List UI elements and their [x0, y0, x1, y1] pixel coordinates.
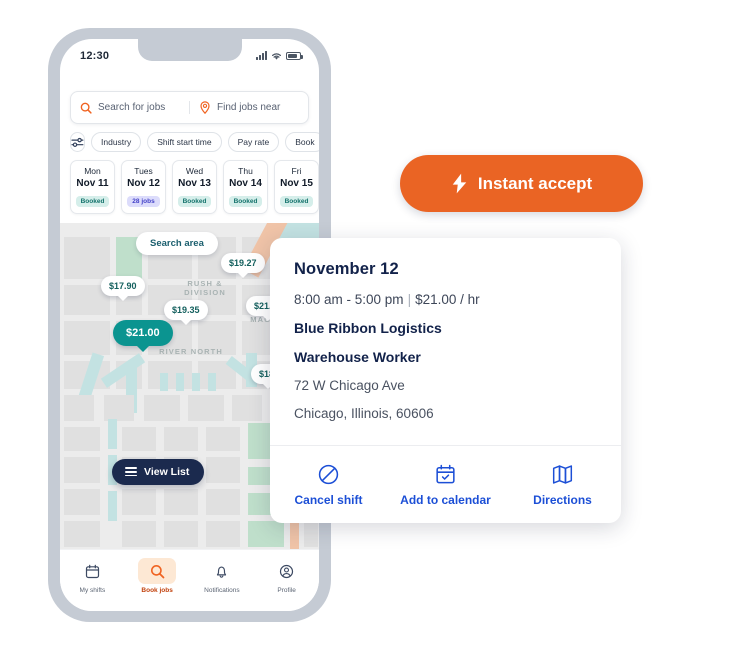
wifi-icon	[272, 52, 281, 60]
filter-chip-pay-rate[interactable]: Pay rate	[227, 132, 280, 152]
date-chip-badge: Booked	[279, 195, 314, 207]
date-chip-date: Nov 14	[229, 177, 262, 189]
date-chip-dow: Fri	[291, 166, 302, 176]
find-jobs-near-placeholder: Find jobs near	[217, 102, 281, 113]
view-list-label: View List	[144, 465, 190, 478]
date-chip-badge: Booked	[228, 195, 263, 207]
hamburger-icon	[125, 466, 137, 477]
directions-button[interactable]: Directions	[504, 463, 621, 507]
map-pin-price[interactable]: $19.35	[164, 299, 208, 320]
view-list-button[interactable]: View List	[112, 458, 205, 485]
date-chip-dow: Wed	[185, 166, 204, 176]
tab-profile[interactable]: Profile	[254, 558, 319, 594]
meta-separator: |	[407, 292, 412, 307]
tab-label: Notifications	[204, 587, 240, 594]
shift-time-range: 8:00 am - 5:00 pm	[294, 292, 404, 307]
person-icon	[268, 558, 306, 584]
tab-label: Profile	[277, 587, 296, 594]
filter-chip-shift-start-time[interactable]: Shift start time	[147, 132, 222, 152]
search-icon	[80, 102, 92, 114]
find-jobs-near-field[interactable]: Find jobs near	[189, 101, 308, 114]
date-chip-date: Nov 15	[280, 177, 313, 189]
screenshot-root: 12:30 Search for jobs Find jobs near Ind…	[0, 0, 750, 650]
tab-notifications[interactable]: Notifications	[190, 558, 255, 594]
signal-bars-icon	[256, 51, 267, 60]
folded-map-icon	[552, 464, 573, 484]
map-label-rush-division: RUSH & DIVISION	[184, 278, 226, 297]
filter-chip-booked[interactable]: Book	[285, 132, 319, 152]
search-area-button[interactable]: Search area	[136, 231, 218, 255]
bottom-tab-bar: My shifts Book jobs Notifications Profil…	[60, 549, 319, 611]
lightning-bolt-icon	[452, 173, 467, 194]
filter-sliders-button[interactable]	[70, 132, 85, 152]
shift-detail-body: November 12 8:00 am - 5:00 pm | $21.00 / h…	[270, 238, 621, 421]
tab-label: Book jobs	[141, 587, 173, 594]
date-chip-date: Nov 12	[127, 177, 160, 189]
add-to-calendar-label: Add to calendar	[400, 492, 491, 507]
cancel-shift-button[interactable]: Cancel shift	[270, 463, 387, 507]
map-label-river-north: RIVER NORTH	[159, 346, 223, 356]
date-chip-badge: Booked	[177, 195, 212, 207]
shift-detail-actions: Cancel shift Add to calendar Directions	[270, 445, 621, 523]
calendar-check-icon	[436, 464, 455, 483]
instant-accept-label: Instant accept	[477, 173, 593, 193]
shift-pay-rate: $21.00 / hr	[415, 292, 480, 307]
date-chip-date: Nov 11	[76, 177, 109, 189]
date-chip-wed[interactable]: Wed Nov 13 Booked	[172, 160, 217, 214]
status-time: 12:30	[80, 50, 110, 62]
date-selector-row: Mon Nov 11 Booked Tues Nov 12 28 jobs We…	[60, 152, 319, 223]
filter-chip-industry[interactable]: Industry	[91, 132, 142, 152]
bell-icon	[203, 558, 241, 584]
shift-address-line-1: 72 W Chicago Ave	[294, 378, 405, 393]
date-chip-dow: Thu	[238, 166, 253, 176]
date-chip-badge: 28 jobs	[127, 195, 160, 207]
shift-detail-card: November 12 8:00 am - 5:00 pm | $21.00 / h…	[270, 238, 621, 523]
shift-date: November 12	[294, 260, 399, 278]
battery-icon	[286, 52, 303, 60]
tab-label: My shifts	[79, 587, 106, 594]
date-chip-tues[interactable]: Tues Nov 12 28 jobs	[121, 160, 166, 214]
location-pin-icon	[200, 101, 210, 114]
date-chip-dow: Mon	[84, 166, 101, 176]
prohibited-circle-icon	[318, 464, 339, 484]
date-chip-mon[interactable]: Mon Nov 11 Booked	[70, 160, 115, 214]
filter-chip-row: Industry Shift start time Pay rate Book	[60, 124, 319, 152]
map-pin-price[interactable]: $19.27	[221, 252, 265, 273]
shift-address-line-2: Chicago, Illinois, 60606	[294, 406, 434, 421]
notch	[137, 39, 242, 61]
date-chip-thu[interactable]: Thu Nov 14 Booked	[223, 160, 268, 214]
instant-accept-button[interactable]: Instant accept	[400, 155, 643, 212]
search-jobs-placeholder: Search for jobs	[98, 102, 166, 113]
add-to-calendar-button[interactable]: Add to calendar	[387, 463, 504, 507]
calendar-icon	[73, 558, 111, 584]
date-chip-badge: Booked	[75, 195, 110, 207]
map-pin-price-selected[interactable]: $21.00	[113, 319, 173, 346]
status-icons	[256, 51, 303, 61]
date-chip-fri[interactable]: Fri Nov 15 Booked	[274, 160, 319, 214]
map-pin-price[interactable]: $17.90	[101, 275, 145, 296]
shift-time-and-rate: 8:00 am - 5:00 pm | $21.00 / hr	[294, 292, 597, 307]
directions-label: Directions	[533, 492, 592, 507]
date-chip-date: Nov 13	[178, 177, 211, 189]
shift-role: Warehouse Worker	[294, 349, 421, 365]
status-bar: 12:30	[60, 39, 319, 69]
shift-company: Blue Ribbon Logistics	[294, 320, 442, 336]
date-chip-dow: Tues	[134, 166, 153, 176]
tab-book-jobs[interactable]: Book jobs	[125, 558, 190, 594]
tab-my-shifts[interactable]: My shifts	[60, 558, 125, 594]
filter-sliders-icon	[71, 137, 84, 147]
search-jobs-field[interactable]: Search for jobs	[71, 102, 189, 114]
cancel-shift-label: Cancel shift	[294, 492, 363, 507]
search-bar[interactable]: Search for jobs Find jobs near	[70, 91, 309, 124]
search-icon	[138, 558, 177, 584]
